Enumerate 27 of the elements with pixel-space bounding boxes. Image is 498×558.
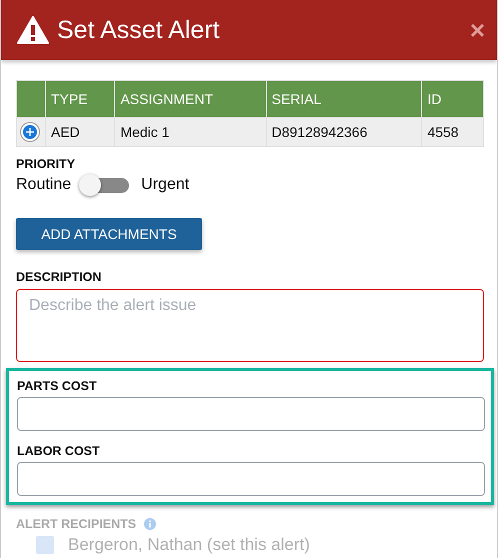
column-header: ASSIGNMENT	[114, 80, 266, 118]
field-label: PRIORITY	[16, 157, 76, 171]
column-header: TYPE	[46, 80, 115, 118]
recipient-name: Bergeron, Nathan (set this alert)	[68, 535, 310, 555]
column-header: ID	[422, 80, 484, 118]
field-label: DESCRIPTION	[16, 270, 102, 284]
section-label: ALERT RECIPIENTS	[16, 517, 136, 531]
table-cell: AED	[46, 118, 115, 146]
close-button[interactable]: ×	[470, 17, 485, 43]
expand-button[interactable]	[21, 123, 39, 141]
input-field[interactable]	[17, 397, 485, 431]
info-icon	[144, 518, 156, 530]
field-label: LABOR COST	[17, 444, 101, 458]
field-label: PARTS COST	[17, 379, 98, 393]
description-field[interactable]: Describe the alert issue	[16, 289, 484, 362]
add-attachments-button[interactable]: ADD ATTACHMENTS	[16, 218, 202, 250]
warning-icon	[17, 16, 49, 44]
modal-title: Set Asset Alert	[57, 16, 221, 44]
table-cell: D89128942366	[266, 118, 422, 146]
table-cell: Medic 1	[114, 118, 266, 146]
toggle-label: Routine	[16, 176, 72, 194]
table-cell: 4558	[422, 118, 484, 146]
checkbox[interactable]	[36, 536, 54, 554]
column-header: SERIAL	[266, 80, 422, 118]
plus-icon	[26, 128, 34, 136]
toggle-label: Urgent	[141, 176, 190, 194]
input-field[interactable]	[17, 462, 485, 496]
